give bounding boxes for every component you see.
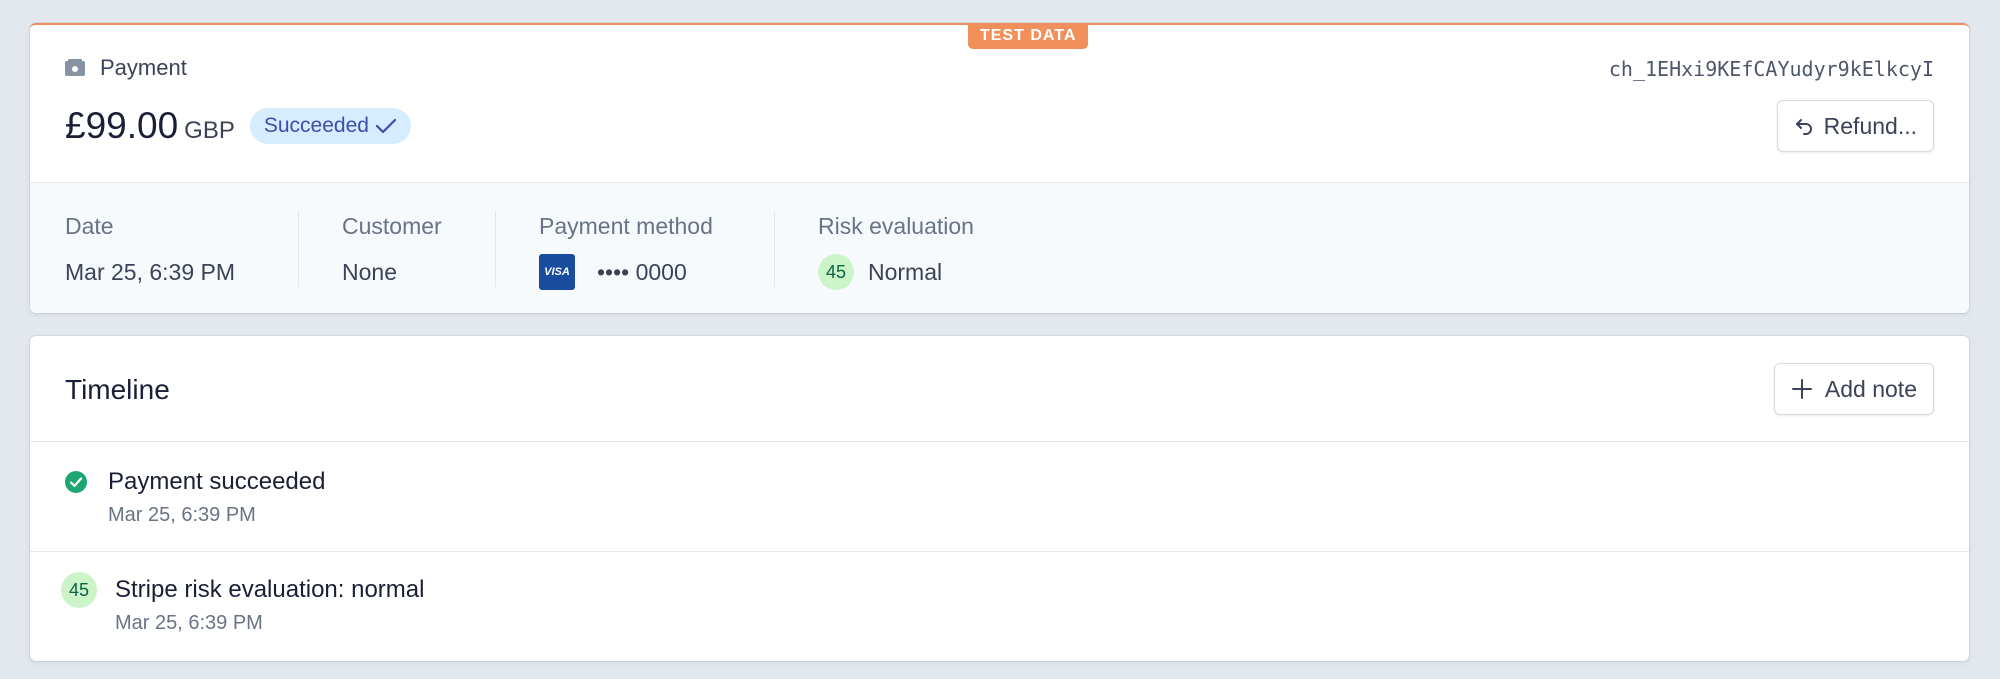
risk-score-badge: 45 — [61, 572, 97, 608]
detail-customer: Customer None — [342, 213, 442, 290]
event-title: Stripe risk evaluation: normal — [115, 576, 425, 603]
visa-card-icon: VISA — [539, 254, 575, 290]
add-note-label: Add note — [1824, 375, 1917, 402]
payment-header: Payment — [65, 55, 187, 81]
event-time: Mar 25, 6:39 PM — [115, 612, 263, 634]
event-title: Payment succeeded — [108, 468, 326, 495]
add-note-button[interactable]: Add note — [1773, 363, 1934, 415]
timeline-header: Timeline Add note — [30, 336, 1969, 442]
payment-currency: GBP — [184, 117, 235, 144]
divider — [495, 211, 496, 287]
payment-label: Payment — [100, 55, 187, 80]
detail-risk: Risk evaluation 45 Normal — [818, 213, 974, 290]
timeline-title: Timeline — [65, 374, 170, 405]
status-badge: Succeeded — [249, 108, 411, 144]
date-label: Date — [65, 213, 114, 239]
plus-icon — [1791, 379, 1812, 399]
timeline-event: 45 Stripe risk evaluation: normal Mar 25… — [30, 552, 1969, 661]
refund-arrow-icon — [1795, 119, 1812, 135]
customer-value: None — [342, 258, 397, 285]
payment-details: Date Mar 25, 6:39 PM Customer None Payme… — [30, 182, 1969, 313]
payment-amount: £99.00 — [65, 105, 179, 146]
risk-level: Normal — [868, 258, 943, 285]
payment-card: TEST DATA Payment ch_1EHxi9KEfCAYudyr9kE… — [30, 23, 1969, 313]
check-circle-icon — [65, 471, 87, 493]
card-last4: •••• 0000 — [597, 258, 687, 285]
charge-id: ch_1EHxi9KEfCAYudyr9kElkcyI — [1608, 57, 1934, 81]
amount-row: £99.00 GBP Succeeded — [65, 105, 411, 147]
divider — [298, 211, 299, 287]
status-label: Succeeded — [263, 114, 369, 137]
payment-method-value: VISA •••• 0000 — [539, 254, 713, 290]
date-value: Mar 25, 6:39 PM — [65, 258, 236, 285]
payment-method-label: Payment method — [539, 213, 713, 239]
payment-icon — [65, 59, 85, 77]
refund-button[interactable]: Refund... — [1776, 100, 1934, 152]
refund-label: Refund... — [1823, 112, 1917, 139]
divider — [774, 211, 775, 287]
risk-value[interactable]: 45 Normal — [818, 254, 974, 290]
checkmark-icon — [375, 118, 397, 134]
detail-payment-method: Payment method VISA •••• 0000 — [539, 213, 713, 290]
risk-label: Risk evaluation — [818, 213, 974, 239]
timeline-card: Timeline Add note Payment succeeded Mar … — [30, 336, 1969, 661]
risk-score-badge: 45 — [818, 254, 854, 290]
event-time: Mar 25, 6:39 PM — [108, 504, 256, 526]
test-data-badge: TEST DATA — [968, 25, 1089, 49]
detail-date: Date Mar 25, 6:39 PM — [65, 213, 235, 290]
timeline-event: Payment succeeded Mar 25, 6:39 PM — [30, 442, 1969, 552]
customer-label: Customer — [342, 213, 442, 239]
